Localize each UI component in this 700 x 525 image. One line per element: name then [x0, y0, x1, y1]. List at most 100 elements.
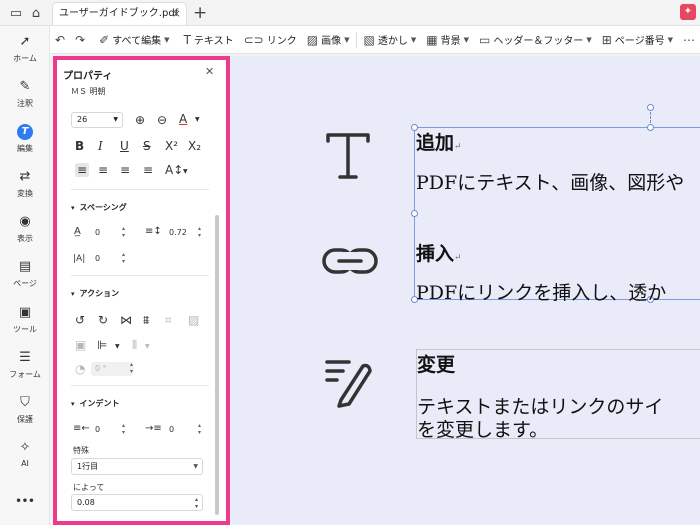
line-spacing-input[interactable]: 0.72 ▴ ▾ — [169, 225, 201, 240]
chevron-down-icon[interactable]: ▼ — [183, 165, 188, 179]
subscript-icon[interactable]: X₂ — [188, 139, 201, 153]
flip-vertical-icon[interactable]: ⩩ — [143, 313, 149, 327]
rail-item-protect[interactable]: ⛉ 保護 — [0, 395, 50, 425]
header-footer-button[interactable]: ▭ ヘッダー＆フッター ▼ — [474, 29, 597, 51]
item1-body[interactable]: PDFにテキスト、画像、図形や — [416, 168, 684, 195]
rail-item-home[interactable]: ➚ ホーム — [0, 34, 50, 64]
special-indent-label: 特殊 — [73, 446, 89, 455]
gift-icon[interactable]: ✦ — [680, 4, 696, 20]
spinner-icon[interactable]: ▴ ▾ — [122, 422, 125, 436]
align-left-icon[interactable]: ≡ — [75, 163, 89, 177]
replace-image-icon[interactable]: ▨ — [188, 313, 199, 327]
undo-button[interactable]: ↶ — [50, 29, 70, 51]
font-size-select[interactable]: 26 ▼ — [71, 112, 123, 128]
page-icon: ▤ — [18, 259, 32, 274]
watermark-button[interactable]: ▧ 透かし ▼ — [359, 29, 422, 51]
panel-scrollbar[interactable] — [215, 215, 219, 515]
eye-icon: ◉ — [19, 214, 31, 229]
align-justify-icon[interactable]: ≡ — [143, 163, 153, 177]
more-button[interactable]: ••• — [0, 496, 50, 507]
rail-item-ai[interactable]: ✧ AI — [0, 440, 50, 468]
edit-all-button[interactable]: ✐ すべて編集 ▼ — [94, 29, 174, 51]
chevron-down-icon[interactable]: ▼ — [115, 340, 120, 354]
spinner-icon[interactable]: ▴ ▾ — [195, 496, 198, 510]
rail-item-convert[interactable]: ⇄ 変換 — [0, 169, 50, 199]
toolbar-more-button[interactable]: ⋯ — [678, 29, 700, 51]
edit-all-icon: ✐ — [99, 32, 110, 47]
add-image-button[interactable]: ▨ 画像 ▼ — [302, 29, 355, 51]
rotation-icon: ◔ — [75, 362, 86, 376]
spinner-icon[interactable]: ▴ ▾ — [122, 225, 125, 239]
home-icon[interactable]: ⌂ — [26, 3, 46, 23]
shield-icon: ⛉ — [20, 395, 30, 410]
distribute-icon[interactable]: ⫴ — [132, 338, 137, 352]
rotate-right-icon[interactable]: ↻ — [98, 313, 108, 327]
spinner-icon[interactable]: ▴ ▾ — [130, 361, 133, 375]
special-indent-select[interactable]: 1行目 ▼ — [71, 458, 203, 475]
close-icon[interactable]: ✕ — [205, 65, 214, 78]
underline-icon[interactable]: U — [120, 139, 129, 153]
rail-item-edit[interactable]: T 編集 — [0, 124, 50, 154]
spinner-icon[interactable]: ▴ ▾ — [198, 422, 201, 436]
rotation-input[interactable]: 0 ° ▴ ▾ — [91, 361, 133, 376]
word-spacing-input[interactable]: 0 ▴ ▾ — [95, 251, 125, 266]
char-spacing-input[interactable]: 0 ▴ ▾ — [95, 225, 125, 240]
new-tab-button[interactable]: + — [193, 2, 207, 24]
redo-button[interactable]: ↷ — [70, 29, 90, 51]
image-icon: ▨ — [306, 32, 319, 47]
chevron-down-icon[interactable]: ▼ — [145, 340, 150, 354]
chevron-down-icon[interactable]: ▼ — [195, 113, 200, 127]
indent-section-header[interactable]: ▾ インデント — [71, 398, 120, 409]
save-image-icon[interactable]: ▣ — [75, 338, 86, 352]
spinner-icon[interactable]: ▴ ▾ — [122, 251, 125, 265]
sidebar-toggle-icon[interactable]: ▭ — [6, 3, 26, 23]
undo-icon: ↶ — [55, 32, 66, 47]
align-center-icon[interactable]: ≡ — [98, 163, 108, 177]
rotate-handle[interactable] — [647, 104, 654, 111]
indent-right-input[interactable]: 0 ▴ ▾ — [169, 422, 201, 437]
italic-icon[interactable]: I — [98, 139, 103, 153]
spacing-section-header[interactable]: ▾ スペーシング — [71, 202, 127, 213]
item1-heading[interactable]: 追加↵ — [416, 128, 462, 155]
strikethrough-icon[interactable]: S — [143, 139, 151, 153]
header-footer-icon: ▭ — [478, 32, 491, 47]
item2-body[interactable]: PDFにリンクを挿入し、透か — [416, 278, 666, 305]
spinner-icon[interactable]: ▴ ▾ — [198, 225, 201, 239]
line-spacing-icon: ≡↕ — [145, 226, 162, 237]
resize-handle-top-center[interactable] — [647, 124, 654, 131]
crop-icon[interactable]: ⌗ — [165, 313, 172, 327]
rail-item-form[interactable]: ☰ フォーム — [0, 350, 50, 380]
superscript-icon[interactable]: X² — [165, 139, 178, 153]
rotate-left-icon[interactable]: ↺ — [75, 313, 85, 327]
link-icon — [321, 246, 379, 276]
indent-left-input[interactable]: 0 ▴ ▾ — [95, 422, 125, 437]
document-tab[interactable]: ユーザーガイドブック.pdf * × — [52, 2, 187, 40]
zoom-out-font-icon[interactable]: ⊖ — [157, 113, 167, 127]
page-number-button[interactable]: ⊞ ページ番号 ▼ — [597, 29, 678, 51]
indent-by-input[interactable]: 0.08 ▴ ▾ — [71, 494, 203, 511]
add-link-button[interactable]: ⊂⊃ リンク — [239, 29, 302, 51]
item3-heading[interactable]: 変更 — [417, 350, 455, 377]
zoom-in-font-icon[interactable]: ⊕ — [135, 113, 145, 127]
action-section-header[interactable]: ▾ アクション — [71, 288, 119, 299]
rail-item-page[interactable]: ▤ ページ — [0, 259, 50, 289]
page-number-icon: ⊞ — [601, 32, 612, 47]
bold-icon[interactable]: B — [75, 139, 84, 153]
align-objects-icon[interactable]: ⊫ — [97, 338, 107, 352]
align-right-icon[interactable]: ≡ — [120, 163, 130, 177]
item2-heading[interactable]: 挿入↵ — [416, 239, 462, 266]
rail-item-view[interactable]: ◉ 表示 — [0, 214, 50, 244]
close-tab-icon[interactable]: × — [172, 3, 181, 24]
text-direction-icon[interactable]: A↕ — [165, 163, 183, 177]
add-text-button[interactable]: T テキスト — [179, 29, 239, 51]
document-canvas[interactable]: 追加↵ PDFにテキスト、画像、図形や 挿入↵ PDFにリンクを挿入し、透か 変… — [231, 56, 700, 525]
rail-item-comment[interactable]: ✎ 注釈 — [0, 79, 50, 109]
rail-item-tools[interactable]: ▣ ツール — [0, 305, 50, 335]
item3-body-line2[interactable]: を変更します。 — [417, 415, 548, 442]
background-button[interactable]: ▦ 背景 ▼ — [421, 29, 474, 51]
flip-horizontal-icon[interactable]: ⋈ — [120, 313, 132, 327]
font-color-icon[interactable]: A — [179, 112, 187, 126]
font-family-select[interactable]: ＭＳ 明朝 — [71, 86, 106, 97]
resize-handle-middle-left[interactable] — [411, 210, 418, 217]
tab-bar: ▭ ⌂ ユーザーガイドブック.pdf * × + ✦ — [0, 0, 700, 40]
